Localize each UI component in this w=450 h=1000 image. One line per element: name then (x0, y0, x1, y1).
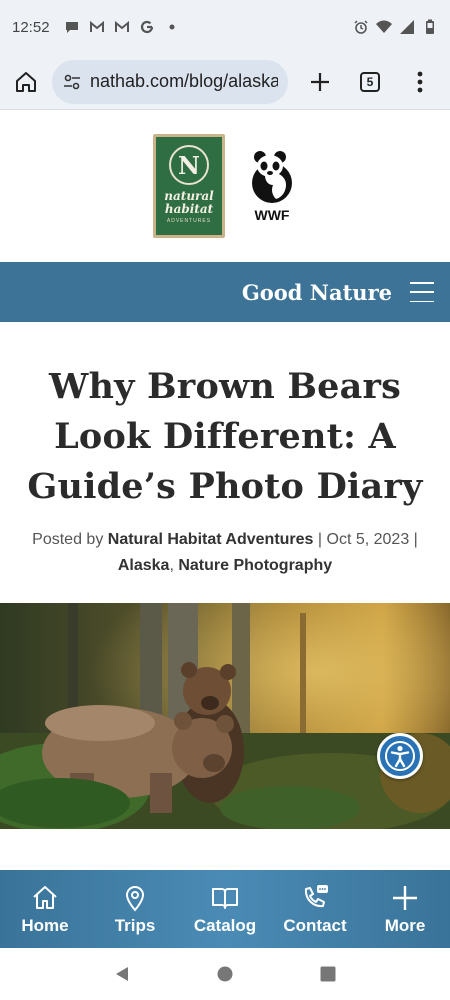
home-icon (16, 71, 36, 92)
nav-home-label: Home (21, 915, 69, 935)
category-link-alaska[interactable]: Alaska (118, 557, 170, 574)
map-pin-icon (125, 885, 145, 912)
battery-icon (426, 19, 434, 34)
brown-bears-photo (0, 603, 450, 829)
browser-toolbar: nathab.com/blog/alaska- 5 (0, 54, 450, 110)
menu-toggle[interactable] (410, 282, 434, 302)
browser-home-button[interactable] (8, 64, 44, 100)
home-circle-icon[interactable] (216, 965, 234, 983)
tab-count: 5 (360, 71, 380, 92)
meta-separator: | (413, 531, 418, 548)
dot-icon (169, 24, 175, 30)
category-link-nature-photography[interactable]: Nature Photography (178, 557, 332, 574)
nh-wordmark: natural habitat (164, 190, 213, 216)
blog-header: Good Nature (0, 262, 450, 322)
plus-icon (311, 72, 329, 91)
nh-line-2: habitat (164, 202, 214, 216)
more-vert-icon (417, 71, 423, 92)
bottom-navigation: Home Trips Catalog Contact More (0, 870, 450, 948)
new-tab-button[interactable] (302, 64, 338, 100)
hero-image (0, 603, 450, 829)
home-icon (33, 885, 57, 909)
hamburger-line (410, 282, 434, 284)
browser-menu-button[interactable] (402, 64, 438, 100)
signal-icon (400, 20, 414, 34)
nav-home[interactable]: Home (0, 870, 90, 948)
site-settings-icon[interactable] (62, 72, 82, 92)
system-navigation-bar (0, 948, 450, 1000)
gmail-icon (114, 20, 129, 32)
author-link[interactable]: Natural Habitat Adventures (108, 531, 314, 548)
phone-chat-icon (304, 884, 328, 907)
nav-catalog-label: Catalog (193, 915, 257, 935)
nav-more[interactable]: More (360, 870, 450, 948)
blog-title[interactable]: Good Nature (242, 280, 392, 305)
nh-line-3: ADVENTURES (166, 218, 212, 224)
tab-switcher-button[interactable]: 5 (352, 64, 388, 100)
nav-trips-label: Trips (114, 915, 156, 935)
wifi-icon (376, 20, 392, 33)
nh-medallion: N (169, 145, 209, 185)
back-icon[interactable] (113, 965, 131, 983)
wwf-logo[interactable]: WWF (247, 149, 297, 223)
article-title: Why Brown Bears Look Different: A Guide’… (27, 366, 423, 507)
status-time: 12:52 (12, 18, 50, 36)
panda-icon (252, 151, 292, 203)
status-bar: 12:52 (0, 0, 450, 54)
hamburger-line (410, 291, 434, 293)
address-bar[interactable]: nathab.com/blog/alaska- (52, 59, 288, 104)
hamburger-line (410, 300, 434, 302)
notification-icons (64, 19, 180, 35)
natural-habitat-logo[interactable]: N natural habitat ADVENTURES (153, 134, 225, 238)
accessibility-icon (385, 741, 415, 771)
accessibility-button[interactable] (377, 733, 423, 779)
google-icon (140, 20, 153, 34)
posted-by-label: Posted by (32, 531, 104, 548)
nav-trips[interactable]: Trips (90, 870, 180, 948)
article-meta: Posted by Natural Habitat Adventures | O… (10, 527, 440, 579)
nav-contact-label: Contact (283, 915, 347, 935)
url-text: nathab.com/blog/alaska- (90, 71, 278, 91)
nav-more-label: More (384, 915, 426, 935)
nav-contact[interactable]: Contact (270, 870, 360, 948)
meta-separator: | (317, 531, 323, 548)
gmail-icon (89, 20, 104, 32)
nav-catalog[interactable]: Catalog (180, 870, 270, 948)
book-icon (212, 887, 238, 909)
partner-logos: N natural habitat ADVENTURES WWF (0, 110, 450, 262)
alarm-icon (354, 20, 368, 34)
wwf-wordmark: WWF (254, 207, 290, 223)
post-date: Oct 5, 2023 (326, 531, 410, 548)
system-status-icons (353, 19, 438, 35)
chat-bubble-icon (65, 22, 78, 33)
recents-icon[interactable] (319, 965, 337, 983)
plus-icon (393, 885, 417, 910)
category-separator: , (169, 557, 179, 574)
nh-initial: N (178, 150, 200, 180)
